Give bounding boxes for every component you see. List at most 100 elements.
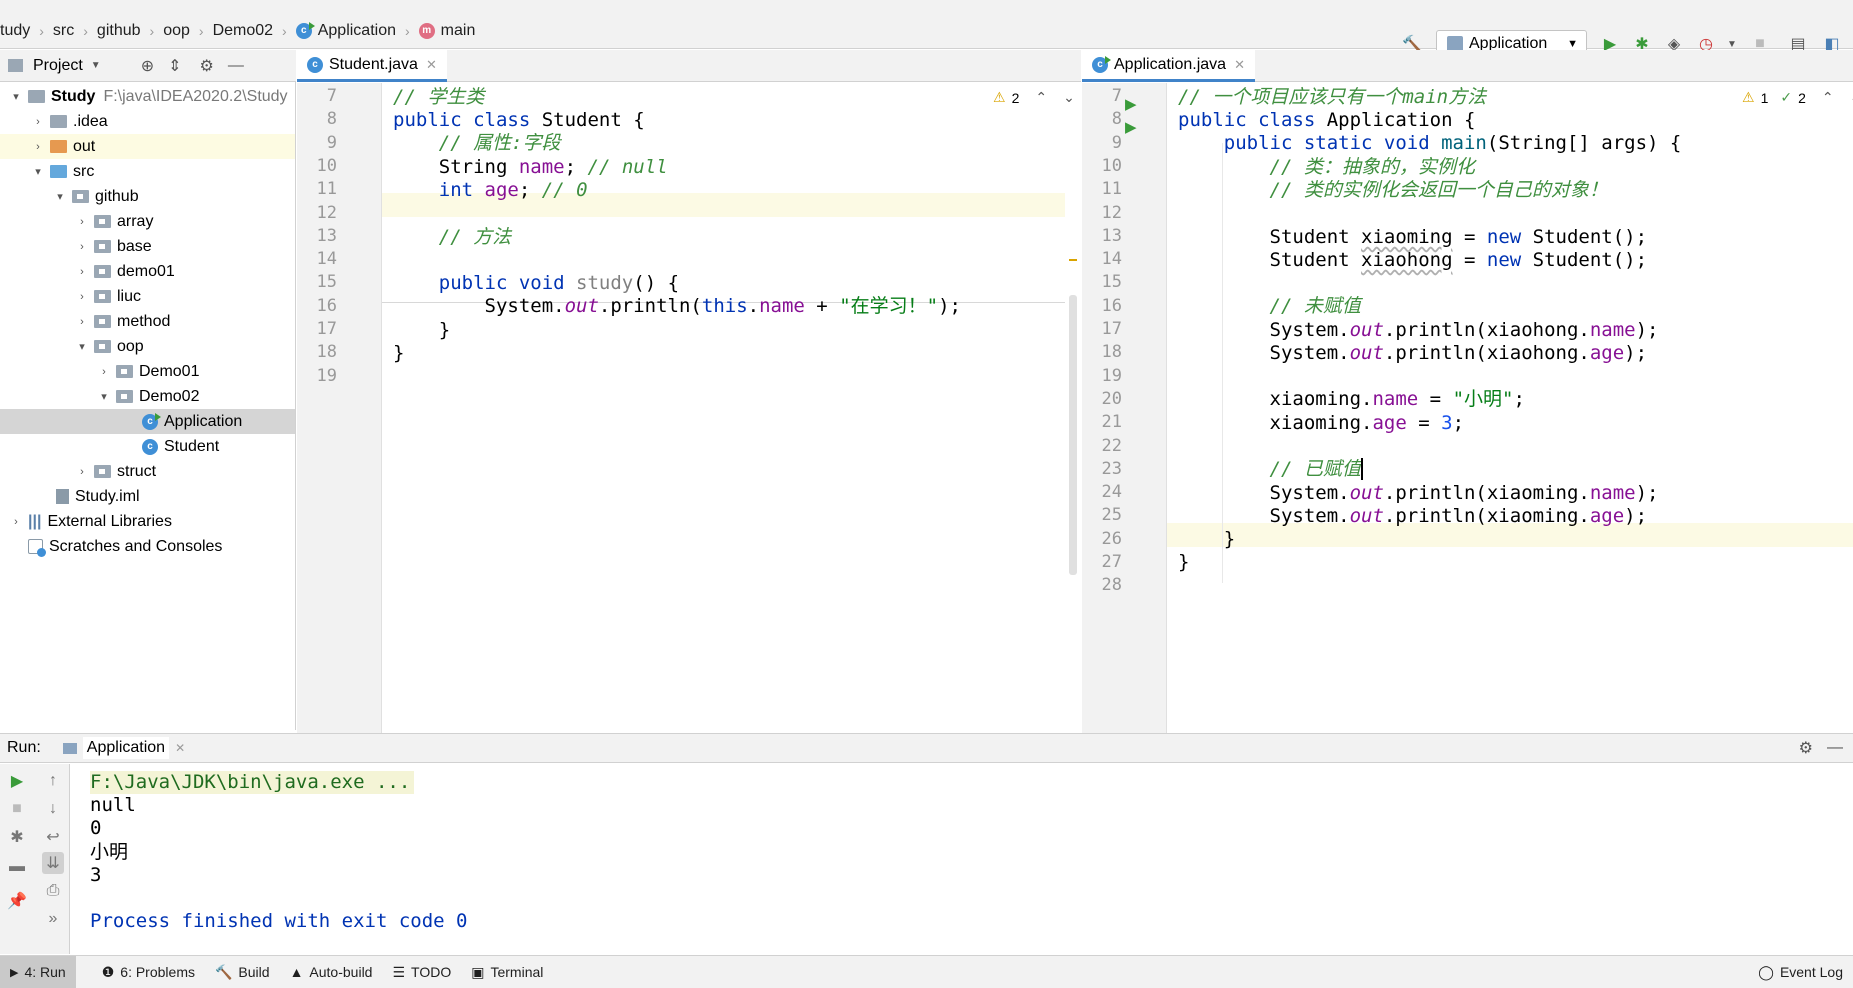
- class-icon: c: [142, 438, 158, 455]
- tree-item-application[interactable]: c Application: [0, 409, 295, 434]
- chevron-up-icon[interactable]: ⌃: [1035, 89, 1047, 106]
- tree-item-study[interactable]: ▾ Study F:\java\IDEA2020.2\Study: [0, 84, 295, 109]
- libraries-icon: |||: [28, 512, 42, 530]
- breadcrumb-main[interactable]: main: [441, 22, 476, 40]
- line-number: 7: [326, 86, 337, 106]
- chevron-right-icon: ›: [80, 290, 84, 303]
- chevron-up-icon[interactable]: ⌃: [1822, 89, 1834, 106]
- chevron-down-icon: ▼: [1567, 38, 1578, 50]
- tree-item-base[interactable]: › base: [0, 234, 295, 259]
- tree-item-scratches[interactable]: Scratches and Consoles: [0, 534, 295, 559]
- tool-tab-autobuild[interactable]: ▲ Auto-build: [280, 956, 383, 988]
- up-arrow-icon[interactable]: ↑: [42, 770, 64, 792]
- run-gutter-icon[interactable]: ▶: [1125, 95, 1137, 113]
- breadcrumb-oop[interactable]: oop: [163, 22, 190, 40]
- tree-item-github[interactable]: ▾ github: [0, 184, 295, 209]
- close-icon[interactable]: ✕: [175, 741, 185, 755]
- tree-item-src[interactable]: ▾ src: [0, 159, 295, 184]
- line-number: 13: [1101, 225, 1122, 246]
- locate-icon[interactable]: ⊕: [141, 56, 154, 76]
- tree-item-struct[interactable]: › struct: [0, 459, 295, 484]
- gear-icon[interactable]: ⚙: [1799, 738, 1813, 758]
- layout-icon[interactable]: ▬: [6, 856, 28, 878]
- line-number: 12: [316, 202, 337, 223]
- editor-scrollbar[interactable]: [1065, 170, 1081, 733]
- more-icon[interactable]: »: [42, 908, 64, 930]
- breadcrumb-src[interactable]: src: [53, 22, 74, 40]
- tree-item-oop[interactable]: ▾ oop: [0, 334, 295, 359]
- line-number: 28: [1101, 575, 1122, 596]
- breadcrumb-demo02[interactable]: Demo02: [213, 22, 273, 40]
- right-editor-tabs: c Application.java ✕: [1082, 50, 1853, 82]
- project-view-selector[interactable]: Project: [33, 57, 83, 75]
- problems-icon: ❶: [101, 963, 115, 980]
- tree-item-array[interactable]: › array: [0, 209, 295, 234]
- warning-count: 1: [1760, 89, 1769, 106]
- line-number: 19: [1101, 365, 1122, 386]
- pin-icon[interactable]: 📌: [6, 890, 28, 912]
- hammer-icon: 🔨: [214, 963, 233, 980]
- hide-icon[interactable]: —: [228, 57, 244, 75]
- rerun-icon[interactable]: ▶: [6, 770, 28, 792]
- tree-item-demo01-oop[interactable]: › Demo01: [0, 359, 295, 384]
- run-gutter-icon[interactable]: ▶: [1125, 118, 1137, 136]
- chevron-down-icon[interactable]: ▼: [91, 60, 101, 71]
- tool-tab-todo[interactable]: ☰ TODO: [382, 956, 461, 988]
- tree-item-external-libraries[interactable]: › ||| External Libraries: [0, 509, 295, 534]
- tree-item-liuc[interactable]: › liuc: [0, 284, 295, 309]
- left-editor[interactable]: 7 8 9 10 11 12 13 14 15 16 17 18 19 ⚠ 2 ⌃ ⌄ // 学生类 p…: [297, 83, 1081, 733]
- scroll-to-end-icon[interactable]: ⇊: [42, 852, 64, 874]
- close-icon[interactable]: ✕: [426, 57, 437, 73]
- chevron-down-icon[interactable]: ⌄: [1063, 89, 1075, 106]
- tool-tab-problems[interactable]: ❶ 6: Problems: [92, 956, 205, 988]
- chevron-down-icon[interactable]: ⌄: [1850, 89, 1853, 106]
- tree-item-demo01[interactable]: › demo01: [0, 259, 295, 284]
- line-number: 13: [316, 225, 337, 246]
- chevron-right-icon: ›: [80, 240, 84, 253]
- tree-item-idea[interactable]: › .idea: [0, 109, 295, 134]
- close-icon[interactable]: ✕: [1234, 57, 1245, 73]
- right-editor[interactable]: 7 8 9 10 11 12 13 14 15 16 17 18 19 20 21 22 23 24 25 26 27 2…: [1082, 83, 1853, 733]
- package-icon: [94, 215, 111, 228]
- tree-item-student[interactable]: c Student: [0, 434, 295, 459]
- debug-bug-icon[interactable]: ✱: [6, 826, 28, 848]
- line-number: 11: [316, 179, 337, 200]
- collapse-all-icon[interactable]: ⇕: [168, 56, 181, 76]
- print-icon[interactable]: ⎙: [42, 880, 64, 902]
- run-tab-application[interactable]: Application: [82, 737, 170, 759]
- inspection-widget[interactable]: ⚠ 2 ⌃ ⌄: [993, 89, 1075, 106]
- tree-label: demo01: [117, 262, 175, 280]
- inspection-widget[interactable]: ⚠ 1 ✓ 2 ⌃ ⌄: [1742, 89, 1853, 106]
- line-number: 16: [316, 295, 337, 316]
- tool-tab-build[interactable]: 🔨 Build: [205, 956, 280, 988]
- tree-label: Application: [164, 412, 243, 430]
- gear-icon[interactable]: ⚙: [200, 56, 214, 76]
- down-arrow-icon[interactable]: ↓: [42, 798, 64, 820]
- tool-tab-run[interactable]: ▶ 4: Run: [0, 956, 76, 988]
- tree-item-study-iml[interactable]: Study.iml: [0, 484, 295, 509]
- tab-application-java[interactable]: c Application.java ✕: [1082, 50, 1255, 82]
- stop-icon[interactable]: ■: [6, 798, 28, 820]
- console-line: 小明: [90, 841, 129, 863]
- chevron-right-icon: ›: [14, 515, 18, 528]
- warning-icon: ⚠: [1742, 89, 1755, 105]
- class-icon: c: [307, 56, 323, 73]
- breadcrumb-application[interactable]: Application: [318, 22, 396, 40]
- line-number: 23: [1101, 458, 1122, 479]
- tool-tab-terminal[interactable]: ▣ Terminal: [461, 956, 553, 988]
- line-number: 11: [1101, 179, 1122, 200]
- hide-icon[interactable]: —: [1827, 739, 1843, 757]
- tree-item-out[interactable]: › out: [0, 134, 295, 159]
- breadcrumb-project[interactable]: tudy: [0, 22, 30, 40]
- breadcrumb-github[interactable]: github: [97, 22, 141, 40]
- line-number: 17: [1101, 319, 1122, 339]
- tree-item-demo02[interactable]: ▾ Demo02: [0, 384, 295, 409]
- tab-student-java[interactable]: c Student.java ✕: [297, 50, 447, 82]
- tree-item-method[interactable]: › method: [0, 309, 295, 334]
- run-label: Run:: [7, 739, 41, 756]
- console-output[interactable]: F:\Java\JDK\bin\java.exe ... null 0 小明 3…: [71, 764, 1853, 954]
- tree-label: Study: [51, 87, 96, 105]
- tool-tab-event-log[interactable]: ◯ Event Log: [1748, 956, 1853, 988]
- tree-label: Study.iml: [75, 487, 140, 505]
- soft-wrap-icon[interactable]: ↩: [42, 826, 64, 848]
